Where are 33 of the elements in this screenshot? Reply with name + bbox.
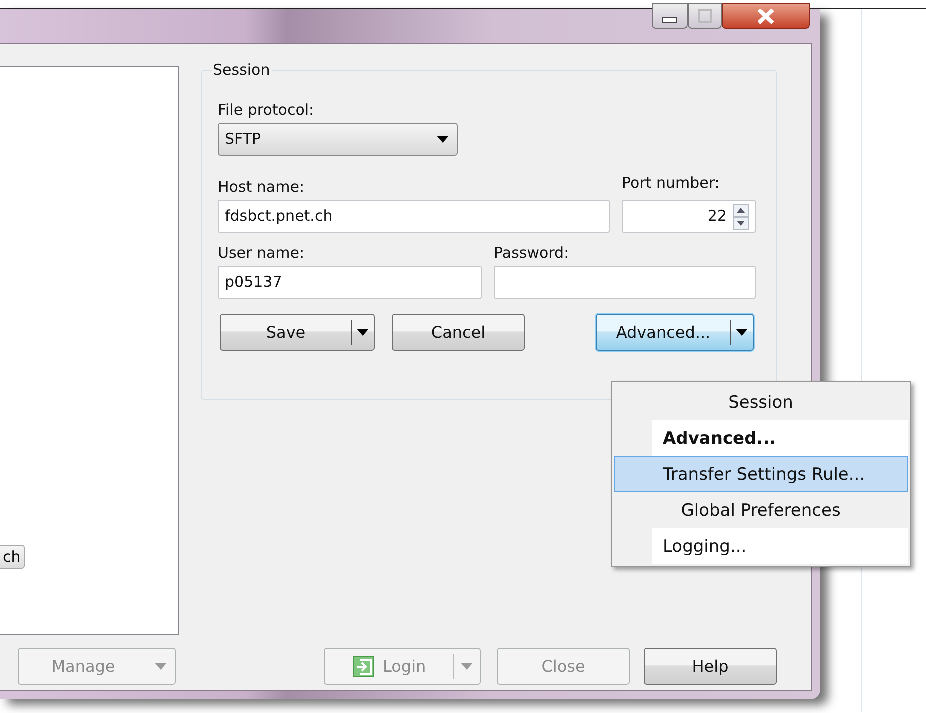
close-button[interactable] [722,3,810,29]
minimize-icon [662,16,678,24]
session-button[interactable]: Advanced... [596,314,754,351]
protocol-dropdown[interactable]: SFTP [218,123,458,156]
menu-item[interactable]: Logging... [652,528,908,564]
password-field[interactable] [494,266,756,299]
spinner-arrows-icon[interactable] [733,204,749,230]
session-button[interactable]: Cancel [392,314,525,351]
minimize-button[interactable] [652,3,688,29]
maximize-button[interactable] [688,3,722,29]
close-icon [758,8,774,24]
field-label: Port number: [622,174,721,192]
field-label: User name: [218,244,306,262]
maximize-icon [698,9,712,23]
port-number-field[interactable]: 22 [622,200,756,233]
field-label: File protocol: [218,101,316,119]
menu-header: Global Preferences [680,500,842,523]
dropdown-arrow-icon [736,329,748,336]
user-name-field[interactable]: p05137 [218,266,482,299]
session-button[interactable]: Save [220,314,375,351]
login-icon [353,656,375,678]
dropdown-arrow-icon [461,663,473,670]
dropdown-arrow-icon [437,136,449,143]
field-label: Password: [494,244,570,262]
menu-header: Session [728,392,794,415]
search-button[interactable]: ch [0,545,25,569]
host-name-field[interactable]: fdsbct.pnet.ch [218,200,610,233]
dialog-button[interactable]: Help [644,648,777,685]
dropdown-arrow-icon [155,663,167,670]
field-label: Host name: [218,178,306,196]
menu-item[interactable]: Advanced... [652,420,908,456]
menu-item[interactable]: Transfer Settings Rule... [614,456,908,492]
dropdown-arrow-icon [357,329,369,336]
